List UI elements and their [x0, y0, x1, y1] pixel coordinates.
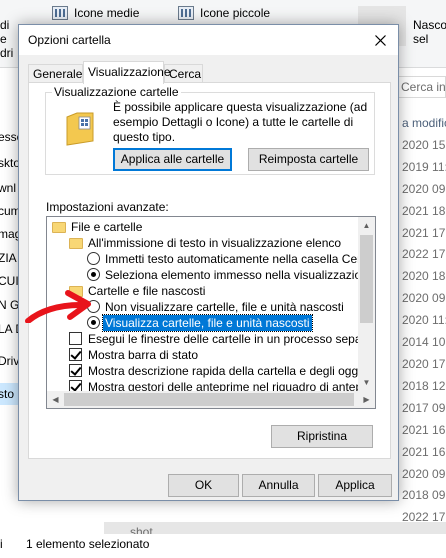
checkbox-checked[interactable] — [69, 348, 82, 361]
close-button[interactable] — [368, 29, 392, 51]
checkbox[interactable] — [69, 332, 82, 345]
left-pane-item[interactable]: Driv — [0, 354, 19, 368]
date-cell: 2022 17: — [402, 247, 446, 261]
tree-item-label: Mostra descrizione rapida della cartella… — [88, 364, 376, 378]
date-cell: 2020 18: — [402, 269, 446, 283]
search-placeholder: Cerca in — [401, 80, 446, 94]
medium-icons-icon — [52, 6, 68, 20]
scroll-right-arrow-icon[interactable]: ▶ — [358, 391, 375, 408]
ribbon-small-icons[interactable]: Icone piccole — [178, 6, 270, 20]
close-icon — [374, 34, 386, 46]
tree-item-label: Esegui le finestre delle cartelle in un … — [88, 332, 376, 346]
ribbon-medium-icons[interactable]: Icone medie — [52, 6, 139, 20]
tree-item-label: All'immissione di testo in visualizzazio… — [88, 236, 342, 250]
tree-item-files-folders[interactable]: File e cartelle — [47, 219, 358, 235]
ribbon-edge-label: dri — [0, 46, 14, 60]
checkbox-checked[interactable] — [69, 364, 82, 377]
ribbon-edge-label: e — [0, 32, 7, 46]
radio-button-checked[interactable] — [87, 268, 100, 281]
restore-defaults-button[interactable]: Ripristina — [271, 425, 373, 448]
left-pane-item[interactable]: ZIA — [0, 251, 17, 265]
vertical-scroll-thumb[interactable] — [360, 235, 373, 323]
date-cell: 2021 18: — [402, 204, 446, 218]
ribbon-medium-icons-label: Icone medie — [74, 6, 140, 20]
folder-icon — [69, 238, 83, 249]
ribbon-hide-selected[interactable]: Nasco sel — [413, 18, 446, 46]
ribbon-edge-labels: di e dri — [0, 18, 13, 60]
dialog-title: Opzioni cartella — [28, 33, 111, 47]
scroll-down-arrow-icon[interactable]: ▼ — [358, 374, 375, 391]
folder-icon — [52, 222, 66, 233]
status-edge-text: i — [0, 537, 3, 551]
ribbon-hide-label-2: sel — [413, 32, 429, 46]
date-cell: 2021 16: — [402, 423, 446, 437]
date-cell: 2021 16: — [402, 445, 446, 459]
folder-options-dialog: Opzioni cartella Generale Visualizzazion… — [18, 24, 399, 501]
small-icons-icon — [178, 6, 194, 20]
search-input[interactable]: Cerca in — [396, 76, 446, 98]
reset-folders-button[interactable]: Reimposta cartelle — [248, 148, 369, 171]
folder-views-group: Visualizzazione cartelle È possibile app… — [45, 85, 375, 175]
folder-views-legend: Visualizzazione cartelle — [52, 85, 181, 99]
tree-item-label: Immetti testo automaticamente nella case… — [105, 252, 374, 266]
date-cell: 2020 15: — [402, 138, 446, 152]
tab-visualizzazione[interactable]: Visualizzazione — [83, 61, 171, 84]
view-tab-panel: Visualizzazione cartelle È possibile app… — [28, 82, 391, 459]
date-cell: 2021 17: — [402, 226, 446, 240]
tree-item-label: Non visualizzare cartelle, file e unità … — [105, 300, 344, 314]
folder-views-description: È possibile applicare questa visualizzaz… — [113, 100, 368, 144]
tree-item-select-typed[interactable]: Seleziona elemento immesso nella visuali… — [47, 267, 374, 283]
tree-item-popup-description[interactable]: Mostra descrizione rapida della cartella… — [47, 363, 375, 379]
horizontal-scrollbar[interactable]: ◀ ▶ — [47, 391, 375, 408]
apply-button[interactable]: Applica — [318, 474, 392, 497]
left-pane-item[interactable]: CUI — [0, 274, 19, 288]
tree-item-status-bar[interactable]: Mostra barra di stato — [47, 347, 358, 363]
ribbon-small-icons-label: Icone piccole — [200, 6, 271, 20]
advanced-settings-label: Impostazioni avanzate: — [46, 200, 169, 214]
date-cell: 2014 10: — [402, 335, 446, 349]
tree-item-label: Mostra barra di stato — [88, 348, 199, 362]
date-cell: 2020 09: — [402, 291, 446, 305]
tree-item-text-entry[interactable]: All'immissione di testo in visualizzazio… — [47, 235, 358, 251]
date-cell: 2018 09: — [402, 488, 446, 502]
column-header-modified[interactable]: a modific — [402, 116, 446, 130]
dialog-titlebar[interactable]: Opzioni cartella — [19, 25, 398, 55]
cancel-button[interactable]: Annulla — [242, 474, 315, 497]
apply-to-folders-button[interactable]: Applica alle cartelle — [113, 148, 232, 171]
tree-item-label-selected: Visualizza cartelle, file e unità nascos… — [102, 314, 313, 332]
left-pane-item[interactable]: skto — [0, 156, 20, 170]
date-cell: 2019 11:0 — [402, 160, 446, 174]
tree-item-label: File e cartelle — [71, 220, 143, 234]
ribbon-edge-label: di — [0, 18, 10, 32]
folder-view-icon — [66, 112, 94, 146]
tree-item-separate-process[interactable]: Esegui le finestre delle cartelle in un … — [47, 331, 375, 347]
horizontal-scroll-thumb[interactable] — [64, 393, 354, 406]
date-cell: 2020 09: — [402, 467, 446, 481]
scroll-up-arrow-icon[interactable]: ▲ — [358, 217, 375, 234]
tab-generale[interactable]: Generale — [28, 64, 83, 83]
scroll-left-arrow-icon[interactable]: ◀ — [47, 391, 64, 408]
date-cell: 2017 09: — [402, 401, 446, 415]
radio-button[interactable] — [87, 252, 100, 265]
annotation-arrow-icon — [25, 290, 91, 323]
date-cell: 2018 12: — [402, 379, 446, 393]
date-cell: 2020 11: — [402, 313, 446, 327]
tree-item-label: Cartelle e file nascosti — [88, 284, 206, 298]
ribbon-hide-label-1: Nasco — [413, 18, 446, 32]
date-cell: 2020 17: — [402, 357, 446, 371]
vertical-scrollbar[interactable]: ▲ ▼ — [358, 217, 375, 391]
status-text: 1 elemento selezionato — [26, 537, 150, 551]
ok-button[interactable]: OK — [168, 474, 239, 497]
left-pane-item[interactable]: wnl — [0, 181, 16, 195]
advanced-settings-tree[interactable]: File e cartelle All'immissione di testo … — [46, 216, 376, 409]
tree-item-autotype-search[interactable]: Immetti testo automaticamente nella case… — [47, 251, 374, 267]
date-cell: 2020 09: — [402, 182, 446, 196]
tree-item-label: Seleziona elemento immesso nella visuali… — [105, 268, 375, 282]
